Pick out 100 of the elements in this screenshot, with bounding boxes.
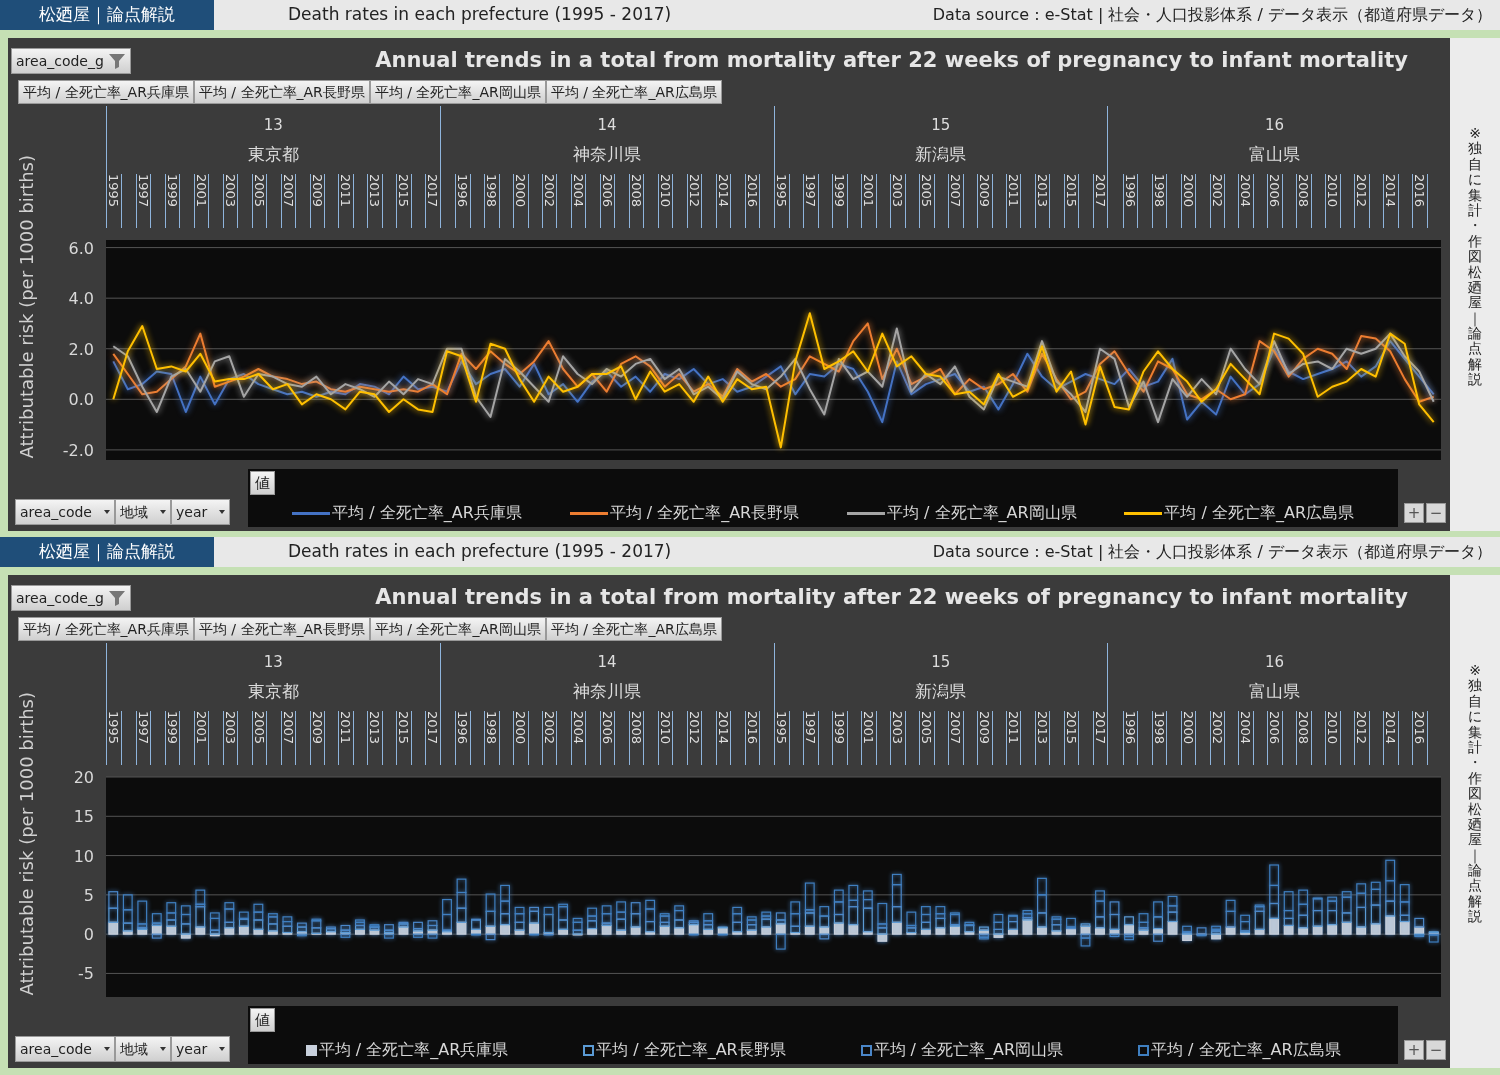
- year-label: 2003: [891, 174, 905, 210]
- prefecture-label: 神奈川県: [573, 143, 642, 167]
- year-label: 2009: [978, 711, 992, 747]
- page-title: Death rates in each prefecture (1995 - 2017): [288, 3, 672, 27]
- prefecture-label: 神奈川県: [573, 680, 642, 704]
- year-label: 2002: [1210, 174, 1224, 210]
- year-label: 1996: [1123, 711, 1137, 747]
- legend-label: 平均 / 全死亡率_AR広島県: [1164, 502, 1355, 524]
- year-label: 2005: [920, 174, 934, 210]
- year-label: 2004: [1239, 711, 1253, 747]
- side-note: ※独自に集計・作図松廼屋｜論点解説: [1467, 126, 1483, 388]
- y-tick-label: -2.0: [62, 440, 94, 460]
- year-label: 2013: [1035, 711, 1049, 747]
- y-tick-label: 0: [83, 925, 94, 945]
- year-label: 2009: [310, 711, 324, 747]
- y-tick-label: 5: [83, 885, 94, 905]
- year-label: 2015: [397, 174, 411, 210]
- prefecture-label: 新潟県: [915, 143, 967, 167]
- year-label: 1995: [774, 711, 788, 747]
- year-label: 2003: [223, 174, 237, 210]
- data-source: Data source : e-Stat | 社会・人口投影体系 / データ表示（都道府県データ）: [932, 4, 1492, 26]
- area-code-label: 14: [597, 114, 617, 136]
- year-label: 2008: [629, 174, 643, 210]
- year-label: 2003: [223, 711, 237, 747]
- year-label: 2016: [745, 174, 759, 210]
- legend-label: 平均 / 全死亡率_AR兵庫県: [332, 502, 522, 524]
- year-label: 2010: [1326, 174, 1340, 210]
- year-label: 1996: [456, 174, 470, 210]
- year-label: 2016: [1413, 711, 1427, 747]
- year-label: 2015: [1064, 711, 1078, 747]
- y-tick-label: 2.0: [68, 339, 94, 359]
- year-label: 2016: [745, 711, 759, 747]
- y-tick-label: 6.0: [68, 238, 94, 258]
- year-label: 2013: [368, 711, 382, 747]
- legend-label: 平均 / 全死亡率_AR岡山県: [887, 502, 1077, 524]
- year-label: 2016: [1413, 174, 1427, 210]
- y-tick-label: 20: [73, 768, 94, 787]
- year-label: 1997: [136, 711, 150, 747]
- year-label: 1999: [165, 711, 179, 747]
- brand-label: 松廼屋｜論点解説: [0, 537, 214, 567]
- prefecture-label: 富山県: [1249, 143, 1301, 167]
- legend-label: 平均 / 全死亡率_AR兵庫県: [318, 1039, 509, 1061]
- year-label: 2011: [339, 711, 353, 747]
- year-label: 2004: [1239, 174, 1253, 210]
- year-label: 2013: [1035, 174, 1049, 210]
- year-label: 1999: [833, 711, 847, 747]
- year-label: 2017: [426, 711, 440, 747]
- year-label: 2000: [1181, 174, 1195, 210]
- prefecture-label: 富山県: [1249, 680, 1301, 704]
- area-code-label: 16: [1265, 651, 1285, 673]
- year-label: 2017: [1093, 174, 1107, 210]
- year-label: 1995: [774, 174, 788, 210]
- year-label: 1997: [136, 174, 150, 210]
- year-label: 1995: [107, 174, 120, 210]
- legend-label: 平均 / 全死亡率_AR広島県: [1150, 1039, 1341, 1061]
- year-label: 2009: [310, 174, 324, 210]
- year-label: 2000: [514, 174, 528, 210]
- year-label: 1995: [107, 711, 120, 747]
- year-label: 1996: [456, 711, 470, 747]
- brand-label: 松廼屋｜論点解説: [0, 0, 214, 30]
- year-label: 1998: [485, 174, 499, 210]
- y-tick-label: 4.0: [68, 289, 94, 309]
- y-tick-label: 0.0: [68, 390, 94, 410]
- year-label: 2014: [1384, 174, 1398, 210]
- year-label: 2001: [194, 711, 208, 747]
- y-axis-title: Attributable risk (per 1000 births): [14, 691, 38, 995]
- legend-label: 平均 / 全死亡率_AR長野県: [596, 1039, 786, 1061]
- year-label: 2000: [514, 711, 528, 747]
- data-source: Data source : e-Stat | 社会・人口投影体系 / データ表示（都道府県データ）: [932, 541, 1492, 563]
- year-label: 1997: [804, 711, 818, 747]
- year-label: 2009: [978, 174, 992, 210]
- year-label: 1999: [165, 174, 179, 210]
- year-label: 2011: [1006, 174, 1020, 210]
- year-label: 2005: [252, 174, 266, 210]
- year-label: 2014: [716, 174, 730, 210]
- area-code-label: 13: [263, 114, 283, 136]
- prefecture-label: 新潟県: [915, 680, 967, 704]
- year-label: 2006: [600, 711, 614, 747]
- year-label: 2014: [1384, 711, 1398, 747]
- chart-title: Annual trends in a total from mortality after 22 weeks of pregnancy to infant mortality: [375, 584, 1408, 612]
- year-label: 2017: [426, 174, 440, 210]
- year-label: 2011: [339, 174, 353, 210]
- chart-title: Annual trends in a total from mortality after 22 weeks of pregnancy to infant mortality: [375, 47, 1408, 75]
- year-label: 2001: [862, 174, 876, 210]
- year-label: 2012: [1355, 711, 1369, 747]
- year-label: 2013: [368, 174, 382, 210]
- page-title: Death rates in each prefecture (1995 - 2017): [288, 540, 672, 564]
- y-axis-title: Attributable risk (per 1000 births): [14, 154, 38, 458]
- year-label: 1998: [1152, 174, 1166, 210]
- year-label: 1998: [1152, 711, 1166, 747]
- year-label: 2007: [949, 174, 963, 210]
- year-label: 2002: [1210, 711, 1224, 747]
- year-label: 2008: [1297, 711, 1311, 747]
- year-label: 1998: [485, 711, 499, 747]
- year-label: 2004: [571, 174, 585, 210]
- y-tick-label: 10: [73, 846, 94, 866]
- year-label: 2010: [658, 711, 672, 747]
- prefecture-label: 東京都: [247, 143, 299, 167]
- year-label: 2004: [571, 711, 585, 747]
- year-label: 2011: [1006, 711, 1020, 747]
